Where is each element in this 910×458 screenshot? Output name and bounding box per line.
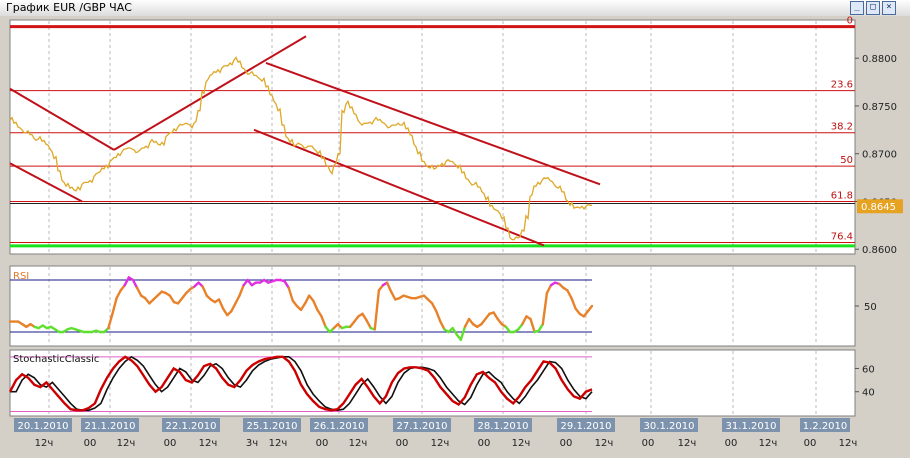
date-tag-label: 26.1.2010 <box>314 421 365 432</box>
fib-level-label: 61.8 <box>831 190 853 201</box>
time-sub-label: 12ч <box>678 438 697 449</box>
fib-level-label: 76.4 <box>831 232 853 243</box>
date-tag-label: 20.1.2010 <box>18 421 69 432</box>
time-sub-label: 12ч <box>35 438 54 449</box>
rsi-label: RSI <box>13 271 29 282</box>
rsi-tick-label: 50 <box>864 302 877 313</box>
minimize-button[interactable]: _ <box>850 1 864 15</box>
date-tag-label: 29.1.2010 <box>561 421 612 432</box>
date-tag-label: 30.1.2010 <box>644 421 695 432</box>
time-sub-label: 12ч <box>839 438 858 449</box>
time-sub-label: 00 <box>164 438 177 449</box>
time-sub-label: 12ч <box>431 438 450 449</box>
time-sub-label: 00 <box>396 438 409 449</box>
date-tag-label: 22.1.2010 <box>166 421 217 432</box>
stochastic-tick-label: 40 <box>862 388 875 399</box>
date-tag-label: 21.1.2010 <box>85 421 136 432</box>
date-tag-label: 25.1.2010 <box>247 421 298 432</box>
maximize-button[interactable]: □ <box>866 1 880 15</box>
time-sub-label: 00 <box>560 438 573 449</box>
time-sub-label: 00 <box>725 438 738 449</box>
last-price-label: 0.8645 <box>861 202 896 213</box>
time-sub-label: 12ч <box>595 438 614 449</box>
price-tick-label: 0.8800 <box>862 54 897 65</box>
fib-level-label: 50 <box>840 155 853 166</box>
stochastic-tick-label: 60 <box>862 364 875 375</box>
price-tick-label: 0.8750 <box>862 102 897 113</box>
date-tag-label: 1.2.2010 <box>803 421 848 432</box>
window-titlebar: График EUR /GBP ЧАС _ □ × <box>0 0 910 17</box>
chart-area[interactable]: 0 23.6 38.2 50 61.8 76.4 0.8800 0.8750 0.8700 0.… <box>0 16 910 458</box>
price-tick-label: 0.8600 <box>862 245 897 256</box>
stochastic-label: StochasticClassic <box>13 354 99 365</box>
time-sub-label: 00 <box>804 438 817 449</box>
time-sub-label: 12ч <box>269 438 288 449</box>
time-sub-label: 00 <box>642 438 655 449</box>
time-sub-label: 12ч <box>117 438 136 449</box>
date-tag-label: 27.1.2010 <box>397 421 448 432</box>
time-sub-label: 00 <box>478 438 491 449</box>
price-tick-label: 0.8700 <box>862 150 897 161</box>
close-button[interactable]: × <box>882 1 896 15</box>
date-tag-label: 31.1.2010 <box>726 421 777 432</box>
fib-level-label: 0 <box>847 16 853 27</box>
date-tag-label: 28.1.2010 <box>478 421 529 432</box>
time-sub-label: 00 <box>84 438 97 449</box>
time-sub-label: 3ч <box>246 438 258 449</box>
window-title: График EUR /GBP ЧАС <box>6 1 132 14</box>
time-sub-label: 12ч <box>349 438 368 449</box>
fib-level-label: 38.2 <box>831 122 853 133</box>
time-sub-label: 12ч <box>759 438 778 449</box>
fib-level-label: 23.6 <box>831 80 853 91</box>
time-sub-label: 12ч <box>512 438 531 449</box>
time-sub-label: 12ч <box>199 438 218 449</box>
time-axis[interactable]: 20.1.2010 21.1.2010 22.1.2010 25.1.2010 26.1… <box>0 417 910 458</box>
time-sub-label: 00 <box>316 438 329 449</box>
